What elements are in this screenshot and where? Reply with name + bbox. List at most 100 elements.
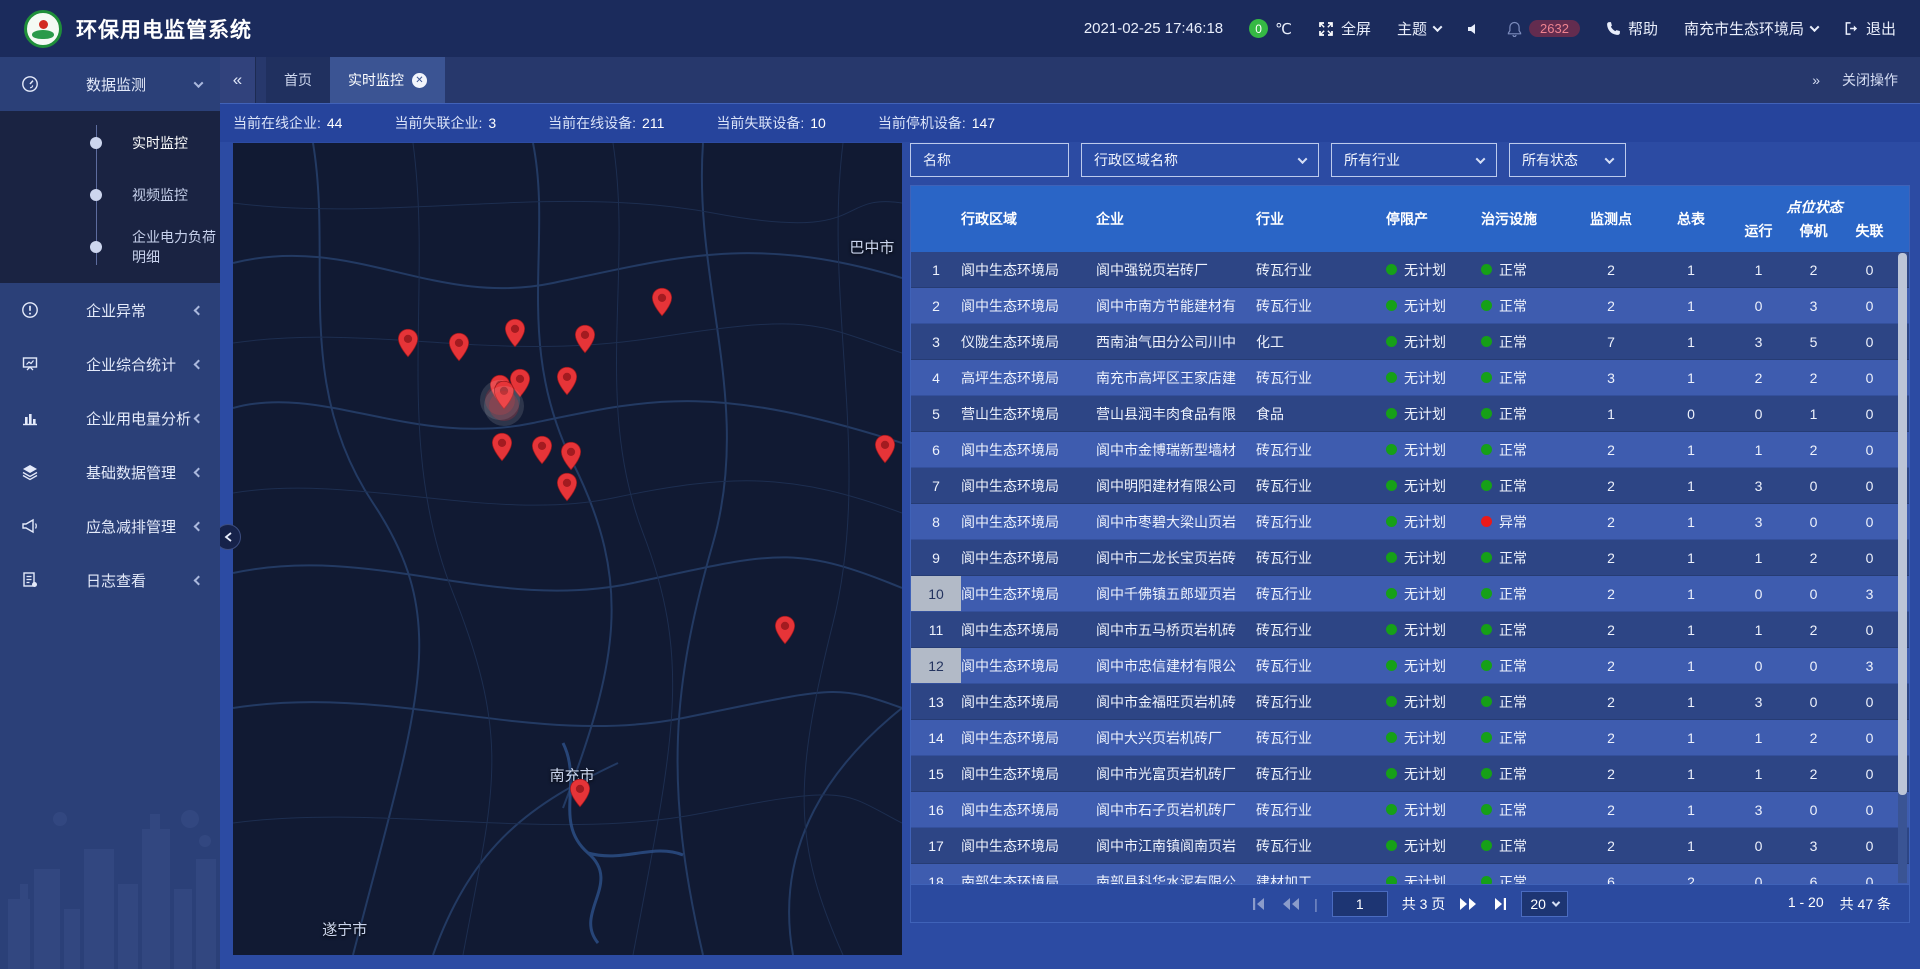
cell-run: 0 <box>1731 828 1786 863</box>
map-marker-pin[interactable] <box>531 435 553 465</box>
map-marker-pin[interactable] <box>397 328 419 358</box>
cell-run: 2 <box>1731 360 1786 395</box>
table-row[interactable]: 12阆中生态环境局阆中市忠信建材有限公砖瓦行业无计划正常21003 <box>911 648 1909 684</box>
map-marker-pin[interactable] <box>556 366 578 396</box>
table-row[interactable]: 8阆中生态环境局阆中市枣碧大梁山页岩砖瓦行业无计划异常21300 <box>911 504 1909 540</box>
table-row[interactable]: 5营山生态环境局营山县润丰肉食品有限食品无计划正常10010 <box>911 396 1909 432</box>
row-index: 13 <box>911 684 961 719</box>
cell-monitor: 2 <box>1571 252 1651 287</box>
page-number-input[interactable]: 1 <box>1332 891 1388 917</box>
help-button[interactable]: 帮助 <box>1606 18 1658 39</box>
tab-realtime-monitoring[interactable]: 实时监控 ✕ <box>330 57 445 103</box>
status-dot-green <box>1386 336 1397 347</box>
table-row[interactable]: 9阆中生态环境局阆中市二龙长宝页岩砖砖瓦行业无计划正常21120 <box>911 540 1909 576</box>
table-row[interactable]: 16阆中生态环境局阆中市石子页岩机砖厂砖瓦行业无计划正常21300 <box>911 792 1909 828</box>
cell-lost: 0 <box>1841 828 1898 863</box>
page-size-select[interactable]: 20 <box>1521 891 1568 917</box>
row-index: 5 <box>911 396 961 431</box>
table-row[interactable]: 10阆中生态环境局阆中千佛镇五郎垭页岩砖瓦行业无计划正常21003 <box>911 576 1909 612</box>
chevron-down-icon <box>1476 154 1486 164</box>
map-marker-pin[interactable] <box>574 324 596 354</box>
cityscape-watermark <box>0 789 220 969</box>
cell-run: 0 <box>1731 288 1786 323</box>
sidebar-item-enterprise-statistics[interactable]: 企业综合统计 <box>0 337 220 391</box>
chevron-down-icon <box>1810 22 1820 32</box>
stat-offline-devices: 当前失联设备: 10 <box>716 113 825 133</box>
cell-limit: 无计划 <box>1386 576 1481 611</box>
table-row[interactable]: 7阆中生态环境局阆中明阳建材有限公司砖瓦行业无计划正常21300 <box>911 468 1909 504</box>
app-root: 环保用电监管系统 2021-02-25 17:46:18 0 ℃ 全屏 主题 <box>0 0 1920 969</box>
table-scrollbar[interactable] <box>1898 253 1907 883</box>
table-row[interactable]: 11阆中生态环境局阆中市五马桥页岩机砖砖瓦行业无计划正常21120 <box>911 612 1909 648</box>
close-tab-icon[interactable]: ✕ <box>412 73 427 88</box>
organization-dropdown[interactable]: 南充市生态环境局 <box>1684 18 1818 39</box>
sidebar-item-log-view[interactable]: 日志查看 <box>0 553 220 607</box>
region-select[interactable]: 行政区域名称 <box>1081 143 1319 177</box>
cell-stop: 5 <box>1786 324 1841 359</box>
map-marker-pin[interactable] <box>493 380 515 410</box>
table-row[interactable]: 1阆中生态环境局阆中强锐页岩砖厂砖瓦行业无计划正常21120 <box>911 252 1909 288</box>
map-panel[interactable]: 巴中市南充市遂宁市 <box>233 143 902 955</box>
sidebar-item-data-monitoring[interactable]: 数据监测 <box>0 57 220 111</box>
table-row[interactable]: 17阆中生态环境局阆中市江南镇阆南页岩砖瓦行业无计划正常21030 <box>911 828 1909 864</box>
last-page-button[interactable] <box>1491 898 1507 910</box>
scrollbar-thumb[interactable] <box>1898 253 1907 795</box>
map-marker-pin[interactable] <box>569 778 591 808</box>
app-title: 环保用电监管系统 <box>76 14 252 44</box>
cell-meter: 0 <box>1651 396 1731 431</box>
cell-stop: 3 <box>1786 828 1841 863</box>
map-marker-pin[interactable] <box>651 287 673 317</box>
sidebar-item-power-usage-analysis[interactable]: 企业用电量分析 <box>0 391 220 445</box>
table-row[interactable]: 15阆中生态环境局阆中市光富页岩机砖厂砖瓦行业无计划正常21120 <box>911 756 1909 792</box>
table-row[interactable]: 6阆中生态环境局阆中市金博瑞新型墙材砖瓦行业无计划正常21120 <box>911 432 1909 468</box>
map-marker-pin[interactable] <box>491 432 513 462</box>
table-row[interactable]: 4高坪生态环境局南充市高坪区王家店建砖瓦行业无计划正常31220 <box>911 360 1909 396</box>
previous-page-button[interactable] <box>1282 898 1300 910</box>
logout-button[interactable]: 退出 <box>1844 18 1896 39</box>
table-row[interactable]: 13阆中生态环境局阆中市金福旺页岩机砖砖瓦行业无计划正常21300 <box>911 684 1909 720</box>
sidebar-item-enterprise-anomaly[interactable]: 企业异常 <box>0 283 220 337</box>
sidebar-item-realtime-monitoring[interactable]: 实时监控 <box>0 117 220 169</box>
next-page-button[interactable] <box>1459 898 1477 910</box>
map-marker-pin[interactable] <box>560 441 582 471</box>
table-row[interactable]: 18南部生态环境局南部县科华水泥有限公建材加工无计划正常62060 <box>911 864 1909 886</box>
cell-lost: 0 <box>1841 864 1898 886</box>
cell-limit: 无计划 <box>1386 288 1481 323</box>
name-filter-field[interactable] <box>910 143 1069 177</box>
sidebar-item-emergency-reduction[interactable]: 应急减排管理 <box>0 499 220 553</box>
close-operations-button[interactable]: 关闭操作 <box>1842 70 1898 90</box>
sidebar-item-power-load-detail[interactable]: 企业电力负荷明细 <box>0 221 220 273</box>
cell-lost: 3 <box>1841 576 1898 611</box>
mute-button[interactable] <box>1467 22 1481 36</box>
first-page-button[interactable] <box>1252 898 1268 910</box>
status-select[interactable]: 所有状态 <box>1509 143 1626 177</box>
cell-facility: 正常 <box>1481 360 1571 395</box>
map-marker-pin[interactable] <box>556 472 578 502</box>
tabs-scroll-right-button[interactable]: » <box>1812 72 1820 88</box>
map-marker-pin[interactable] <box>774 615 796 645</box>
name-filter-input[interactable] <box>923 152 1056 168</box>
fullscreen-button[interactable]: 全屏 <box>1318 18 1371 39</box>
table-row[interactable]: 3仪陇生态环境局西南油气田分公司川中化工无计划正常71350 <box>911 324 1909 360</box>
cell-limit: 无计划 <box>1386 324 1481 359</box>
map-marker-pin[interactable] <box>448 332 470 362</box>
cell-enterprise: 阆中市江南镇阆南页岩 <box>1096 828 1256 863</box>
notifications[interactable]: 2632 <box>1507 20 1580 37</box>
cell-limit: 无计划 <box>1386 504 1481 539</box>
cell-enterprise: 阆中市枣碧大梁山页岩 <box>1096 504 1256 539</box>
industry-select[interactable]: 所有行业 <box>1331 143 1497 177</box>
sidebar-item-base-data-management[interactable]: 基础数据管理 <box>0 445 220 499</box>
status-dot-green <box>1481 552 1492 563</box>
table-row[interactable]: 2阆中生态环境局阆中市南方节能建材有砖瓦行业无计划正常21030 <box>911 288 1909 324</box>
col-meter: 总表 <box>1651 186 1731 252</box>
map-marker-pin[interactable] <box>504 318 526 348</box>
tab-home[interactable]: 首页 <box>266 57 330 103</box>
sidebar-item-video-monitoring[interactable]: 视频监控 <box>0 169 220 221</box>
table-row[interactable]: 14阆中生态环境局阆中大兴页岩机砖厂砖瓦行业无计划正常21120 <box>911 720 1909 756</box>
tabs-scroll-left-button[interactable]: « <box>220 57 256 103</box>
chevron-down-icon <box>1433 22 1443 32</box>
col-index <box>911 186 961 252</box>
map-marker-pin[interactable] <box>874 434 896 464</box>
theme-dropdown[interactable]: 主题 <box>1397 18 1441 39</box>
row-index: 6 <box>911 432 961 467</box>
